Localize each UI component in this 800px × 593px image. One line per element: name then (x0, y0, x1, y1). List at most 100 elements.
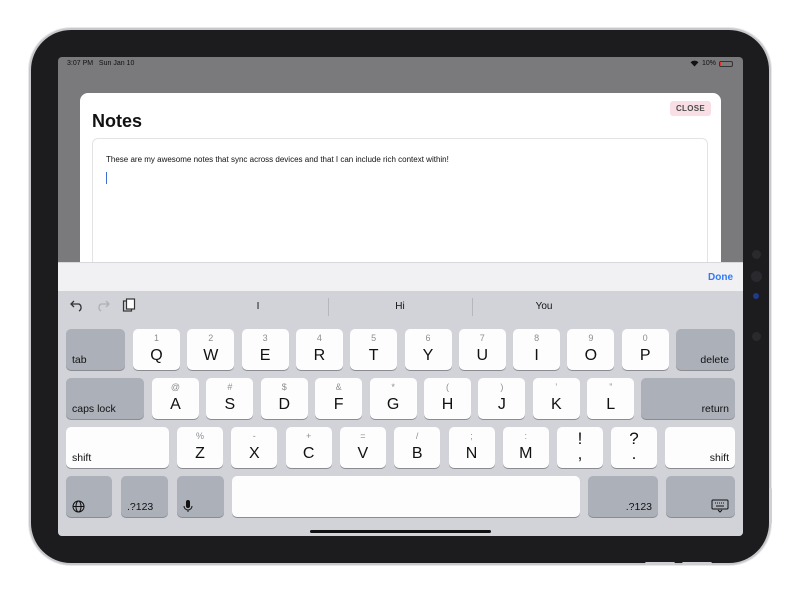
key-y[interactable]: 6Y (404, 329, 452, 370)
space-bar[interactable] (232, 476, 580, 517)
globe-key[interactable] (66, 476, 112, 517)
key-secondary-char: ) (500, 382, 504, 392)
key-c[interactable]: + C (285, 427, 332, 468)
shift-key-left[interactable]: shift (66, 427, 169, 468)
keyboard-accessory-bar: Done (58, 262, 743, 291)
key-primary-char: C (302, 445, 315, 462)
key-w[interactable]: 2W (187, 329, 235, 370)
caps-lock-key[interactable]: caps lock (66, 378, 144, 419)
key-secondary-char: / (415, 431, 419, 441)
key-secondary-char: $ (281, 382, 287, 392)
shift-key-right[interactable]: shift (665, 427, 735, 468)
key-o[interactable]: 9O (567, 329, 615, 370)
key-primary-char: F (333, 396, 344, 413)
numbers-key-label: .?123 (625, 501, 652, 513)
key-primary-char: V (357, 445, 369, 462)
key-u[interactable]: 7U (458, 329, 506, 370)
tab-key[interactable]: tab (66, 329, 125, 370)
key-secondary-char: + (305, 431, 312, 441)
exclamation-comma-key[interactable]: !, (557, 427, 603, 468)
key-i[interactable]: 8I (513, 329, 561, 370)
key-bottom-char: . (631, 444, 637, 463)
key-secondary-char: 6 (425, 333, 431, 343)
key-secondary-char: @ (170, 382, 181, 392)
suggestion-word[interactable]: Hi (370, 301, 430, 312)
key-m[interactable]: :M (502, 427, 549, 468)
key-primary-char: P (639, 347, 651, 364)
key-primary-char: J (497, 396, 506, 413)
key-primary-char: H (441, 396, 454, 413)
sensor-dot (753, 293, 759, 299)
key-secondary-char: 2 (208, 333, 214, 343)
screen: 3:07 PM Sun Jan 10 10% Notes CLOSE These… (58, 57, 743, 536)
key-primary-char: N (465, 445, 478, 462)
numbers-key-left[interactable]: .?123 (121, 476, 168, 517)
key-z[interactable]: % Z (177, 427, 223, 468)
key-primary-char: T (368, 347, 379, 364)
key-primary-char: O (584, 347, 598, 364)
key-r[interactable]: 4R (295, 329, 343, 370)
camera-icon (751, 271, 762, 282)
status-bar: 3:07 PM Sun Jan 10 10% (58, 57, 743, 71)
key-primary-char: Y (422, 347, 434, 364)
close-button[interactable]: CLOSE (669, 101, 711, 116)
key-j[interactable]: ) J (478, 378, 526, 419)
key-secondary-char: 3 (262, 333, 268, 343)
caps-lock-label: caps lock (72, 403, 116, 415)
battery-icon (719, 60, 733, 67)
key-secondary-char: & (335, 382, 342, 392)
status-right: 10% (690, 60, 733, 67)
key-secondary-char: 8 (534, 333, 540, 343)
key-h[interactable]: (H (424, 378, 471, 419)
suggestion-word[interactable]: I (228, 301, 288, 312)
dictation-key[interactable] (177, 476, 224, 517)
undo-icon[interactable] (70, 298, 84, 312)
keyboard: I Hi You tab 1Q2W3E4R5T6Y7U8I9O0P delete… (58, 291, 743, 536)
hide-keyboard-key[interactable] (666, 476, 735, 517)
redo-icon[interactable] (96, 298, 110, 312)
key-primary-char: G (386, 396, 400, 413)
key-secondary-char: ” (609, 382, 613, 392)
key-d[interactable]: $ D (260, 378, 308, 419)
key-n[interactable]: ; N (448, 427, 495, 468)
key-secondary-char: 4 (316, 333, 322, 343)
battery-percent: 10% (701, 60, 716, 67)
sensor-dot (752, 332, 761, 341)
key-secondary-char: ’ (555, 382, 558, 392)
key-secondary-char: % (195, 431, 204, 441)
sensor-dot (752, 250, 761, 259)
volume-button (769, 488, 772, 524)
key-a[interactable]: @ A (152, 378, 199, 419)
shift-key-label: shift (72, 452, 92, 464)
key-s[interactable]: # S (206, 378, 254, 419)
numbers-key-right[interactable]: .?123 (588, 476, 658, 517)
key-x[interactable]: -X (231, 427, 278, 468)
key-primary-char: D (278, 396, 291, 413)
key-p[interactable]: 0P (621, 329, 669, 370)
clipboard-icon[interactable] (122, 298, 136, 312)
key-k[interactable]: ’ K (532, 378, 580, 419)
question-period-key[interactable]: ?. (611, 427, 657, 468)
key-secondary-char: 7 (479, 333, 485, 343)
return-key[interactable]: return (641, 378, 735, 419)
return-key-label: return (701, 403, 729, 415)
home-indicator (310, 530, 491, 533)
key-secondary-char: - (252, 431, 256, 441)
key-primary-char: Q (150, 347, 163, 364)
shift-key-label: shift (709, 452, 729, 464)
suggestion-word[interactable]: You (514, 301, 574, 312)
keyboard-icon (711, 499, 729, 513)
suggestion-bar: I Hi You (58, 291, 743, 322)
key-e[interactable]: 3E (241, 329, 289, 370)
key-f[interactable]: & F (315, 378, 363, 419)
key-secondary-char: = (360, 431, 366, 441)
key-b[interactable]: / B (394, 427, 441, 468)
key-q[interactable]: 1Q (133, 329, 180, 370)
status-time: 3:07 PM Sun Jan 10 (67, 60, 135, 67)
delete-key[interactable]: delete (676, 329, 735, 370)
key-v[interactable]: = V (339, 427, 386, 468)
key-t[interactable]: 5T (350, 329, 398, 370)
done-button[interactable]: Done (708, 272, 733, 283)
key-g[interactable]: * G (369, 378, 417, 419)
key-l[interactable]: ” L (587, 378, 635, 419)
